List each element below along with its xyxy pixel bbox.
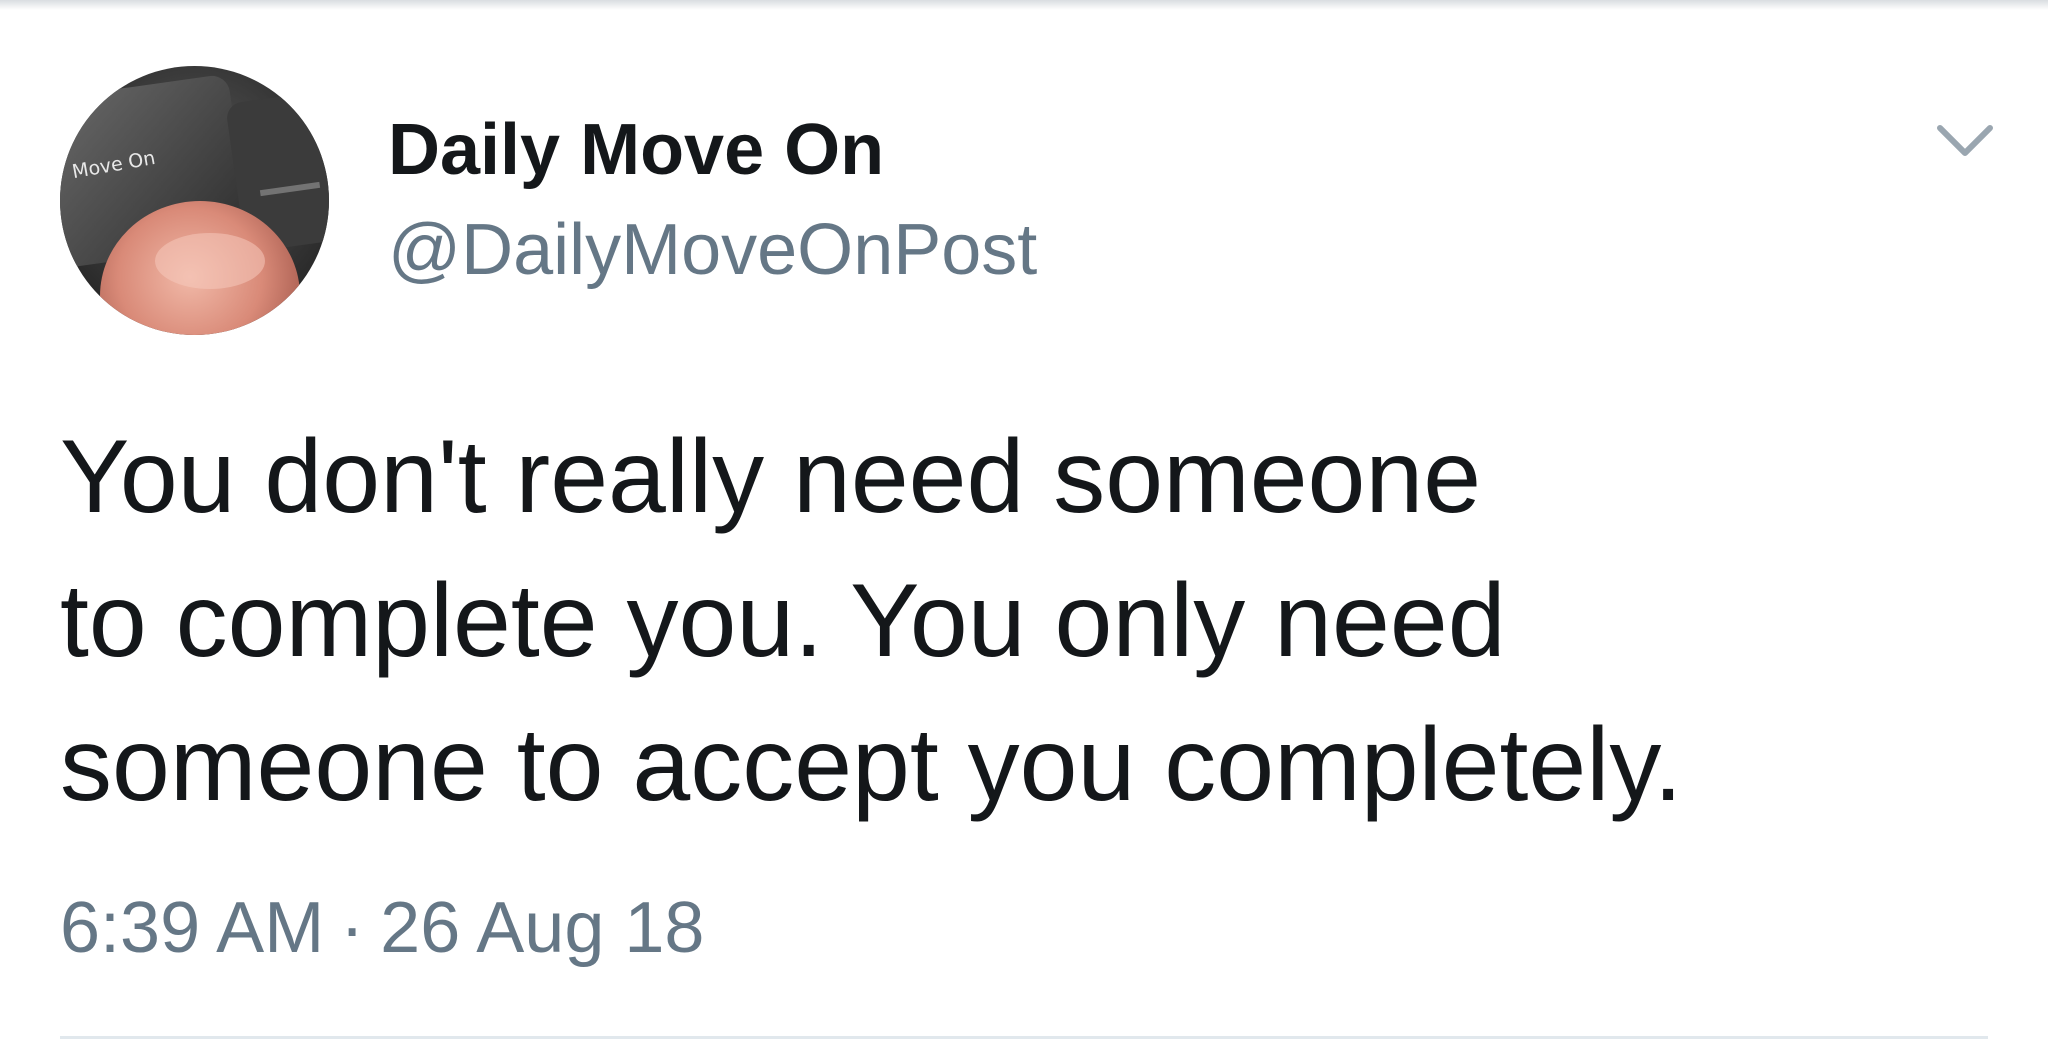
- author-info: Daily Move On @DailyMoveOnPost: [388, 100, 1037, 300]
- meta-separator: ·: [340, 888, 365, 968]
- tweet-date: 26 Aug 18: [380, 888, 705, 968]
- avatar-image: Move On: [60, 66, 329, 335]
- author-handle[interactable]: @DailyMoveOnPost: [388, 200, 1037, 300]
- tweet-text-line: to complete you. You only need: [60, 563, 1506, 679]
- divider: [60, 1036, 1988, 1039]
- author-display-name[interactable]: Daily Move On: [388, 100, 1037, 200]
- tweet-text-line: You don't really need someone: [60, 419, 1482, 535]
- tweet-timestamp[interactable]: 6:39 AM · 26 Aug 18: [60, 878, 704, 978]
- tweet-card: Move On Daily Move On @DailyMoveOnPost Y…: [0, 0, 2048, 1045]
- avatar[interactable]: Move On: [60, 66, 329, 335]
- top-edge-shadow: [0, 0, 2048, 10]
- chevron-down-icon[interactable]: [1930, 110, 2000, 170]
- tweet-time: 6:39 AM: [60, 888, 325, 968]
- tweet-text-line: someone to accept you completely.: [60, 707, 1683, 823]
- tweet-text: You don't really need someone to complet…: [60, 405, 1960, 837]
